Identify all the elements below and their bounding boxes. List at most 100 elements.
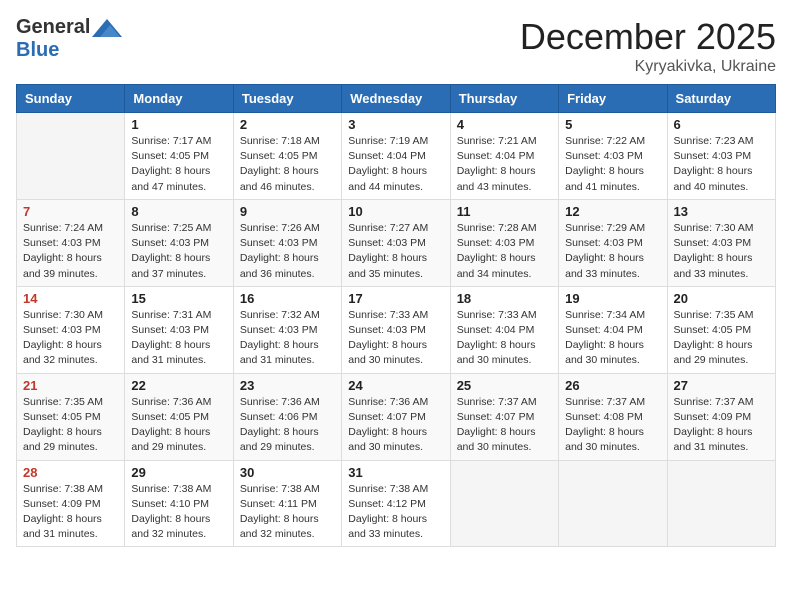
day-info: Sunrise: 7:29 AMSunset: 4:03 PMDaylight:…	[565, 221, 660, 282]
calendar-cell: 20 Sunrise: 7:35 AMSunset: 4:05 PMDayligh…	[667, 286, 775, 373]
day-info: Sunrise: 7:36 AMSunset: 4:06 PMDaylight:…	[240, 395, 335, 456]
day-number: 16	[240, 291, 335, 306]
day-number: 29	[131, 465, 226, 480]
calendar-cell: 19Sunrise: 7:34 AMSunset: 4:04 PMDayligh…	[559, 286, 667, 373]
day-info: Sunrise: 7:21 AMSunset: 4:04 PMDaylight:…	[457, 134, 552, 195]
day-info: Sunrise: 7:38 AMSunset: 4:11 PMDaylight:…	[240, 482, 335, 543]
day-number: 13	[674, 204, 769, 219]
day-number: 14	[23, 291, 118, 306]
column-header-friday: Friday	[559, 85, 667, 113]
column-header-tuesday: Tuesday	[233, 85, 341, 113]
day-info: Sunrise: 7:35 AMSunset: 4:05 PMDaylight:…	[674, 308, 769, 369]
calendar-cell: 27Sunrise: 7:37 AMSunset: 4:09 PMDayligh…	[667, 373, 775, 460]
calendar-week-2: 7Sunrise: 7:24 AMSunset: 4:03 PMDaylight…	[17, 199, 776, 286]
calendar-week-3: 14 Sunrise: 7:30 AMSunset: 4:03 PMDayligh…	[17, 286, 776, 373]
day-number: 30	[240, 465, 335, 480]
calendar-cell: 18 Sunrise: 7:33 AMSunset: 4:04 PMDayligh…	[450, 286, 558, 373]
day-info: Sunrise: 7:22 AMSunset: 4:03 PMDaylight:…	[565, 134, 660, 195]
calendar-cell: 22 Sunrise: 7:36 AMSunset: 4:05 PMDayligh…	[125, 373, 233, 460]
calendar-week-1: 1 Sunrise: 7:17 AMSunset: 4:05 PMDaylight…	[17, 113, 776, 200]
calendar-cell: 12 Sunrise: 7:29 AMSunset: 4:03 PMDayligh…	[559, 199, 667, 286]
day-number: 21	[23, 378, 118, 393]
column-header-monday: Monday	[125, 85, 233, 113]
calendar-cell: 2 Sunrise: 7:18 AMSunset: 4:05 PMDaylight…	[233, 113, 341, 200]
title-area: December 2025 Kyryakivka, Ukraine	[520, 16, 776, 76]
calendar-cell: 9Sunrise: 7:26 AMSunset: 4:03 PMDaylight…	[233, 199, 341, 286]
day-info: Sunrise: 7:30 AMSunset: 4:03 PMDaylight:…	[23, 308, 118, 369]
calendar-cell: 25 Sunrise: 7:37 AMSunset: 4:07 PMDayligh…	[450, 373, 558, 460]
calendar-cell: 10Sunrise: 7:27 AMSunset: 4:03 PMDayligh…	[342, 199, 450, 286]
month-title: December 2025	[520, 16, 776, 58]
day-number: 9	[240, 204, 335, 219]
calendar-cell: 4 Sunrise: 7:21 AMSunset: 4:04 PMDaylight…	[450, 113, 558, 200]
column-header-thursday: Thursday	[450, 85, 558, 113]
calendar-cell: 13 Sunrise: 7:30 AMSunset: 4:03 PMDayligh…	[667, 199, 775, 286]
day-number: 1	[131, 117, 226, 132]
calendar-cell	[667, 460, 775, 547]
day-number: 11	[457, 204, 552, 219]
column-header-wednesday: Wednesday	[342, 85, 450, 113]
column-header-saturday: Saturday	[667, 85, 775, 113]
day-info: Sunrise: 7:38 AMSunset: 4:09 PMDaylight:…	[23, 482, 118, 543]
logo: General Blue	[16, 16, 122, 62]
day-number: 2	[240, 117, 335, 132]
day-number: 8	[131, 204, 226, 219]
calendar-cell: 8 Sunrise: 7:25 AMSunset: 4:03 PMDaylight…	[125, 199, 233, 286]
day-info: Sunrise: 7:28 AMSunset: 4:03 PMDaylight:…	[457, 221, 552, 282]
day-number: 22	[131, 378, 226, 393]
calendar-cell: 15Sunrise: 7:31 AMSunset: 4:03 PMDayligh…	[125, 286, 233, 373]
calendar-cell: 29Sunrise: 7:38 AMSunset: 4:10 PMDayligh…	[125, 460, 233, 547]
calendar-cell: 28Sunrise: 7:38 AMSunset: 4:09 PMDayligh…	[17, 460, 125, 547]
day-number: 3	[348, 117, 443, 132]
calendar-cell: 11 Sunrise: 7:28 AMSunset: 4:03 PMDayligh…	[450, 199, 558, 286]
calendar-table: SundayMondayTuesdayWednesdayThursdayFrid…	[16, 84, 776, 547]
calendar-cell	[559, 460, 667, 547]
day-number: 6	[674, 117, 769, 132]
day-info: Sunrise: 7:25 AMSunset: 4:03 PMDaylight:…	[131, 221, 226, 282]
calendar-cell: 5 Sunrise: 7:22 AMSunset: 4:03 PMDaylight…	[559, 113, 667, 200]
day-info: Sunrise: 7:18 AMSunset: 4:05 PMDaylight:…	[240, 134, 335, 195]
calendar-cell: 7Sunrise: 7:24 AMSunset: 4:03 PMDaylight…	[17, 199, 125, 286]
calendar-cell: 21 Sunrise: 7:35 AMSunset: 4:05 PMDayligh…	[17, 373, 125, 460]
day-number: 12	[565, 204, 660, 219]
day-info: Sunrise: 7:30 AMSunset: 4:03 PMDaylight:…	[674, 221, 769, 282]
calendar-cell: 24Sunrise: 7:36 AMSunset: 4:07 PMDayligh…	[342, 373, 450, 460]
day-number: 17	[348, 291, 443, 306]
calendar-cell: 3Sunrise: 7:19 AMSunset: 4:04 PMDaylight…	[342, 113, 450, 200]
calendar-cell: 17Sunrise: 7:33 AMSunset: 4:03 PMDayligh…	[342, 286, 450, 373]
day-info: Sunrise: 7:38 AMSunset: 4:12 PMDaylight:…	[348, 482, 443, 543]
calendar-body: 1 Sunrise: 7:17 AMSunset: 4:05 PMDaylight…	[17, 113, 776, 547]
day-number: 20	[674, 291, 769, 306]
logo-blue-text: Blue	[16, 39, 59, 62]
calendar-cell: 30 Sunrise: 7:38 AMSunset: 4:11 PMDayligh…	[233, 460, 341, 547]
calendar-cell: 6Sunrise: 7:23 AMSunset: 4:03 PMDaylight…	[667, 113, 775, 200]
day-info: Sunrise: 7:37 AMSunset: 4:08 PMDaylight:…	[565, 395, 660, 456]
day-number: 4	[457, 117, 552, 132]
day-info: Sunrise: 7:37 AMSunset: 4:09 PMDaylight:…	[674, 395, 769, 456]
day-number: 18	[457, 291, 552, 306]
logo-icon	[92, 19, 122, 37]
day-number: 26	[565, 378, 660, 393]
calendar-cell: 26 Sunrise: 7:37 AMSunset: 4:08 PMDayligh…	[559, 373, 667, 460]
day-number: 25	[457, 378, 552, 393]
day-number: 23	[240, 378, 335, 393]
calendar-cell	[450, 460, 558, 547]
calendar-header-row: SundayMondayTuesdayWednesdayThursdayFrid…	[17, 85, 776, 113]
day-number: 24	[348, 378, 443, 393]
calendar-cell: 23 Sunrise: 7:36 AMSunset: 4:06 PMDayligh…	[233, 373, 341, 460]
day-info: Sunrise: 7:33 AMSunset: 4:04 PMDaylight:…	[457, 308, 552, 369]
day-info: Sunrise: 7:32 AMSunset: 4:03 PMDaylight:…	[240, 308, 335, 369]
day-info: Sunrise: 7:27 AMSunset: 4:03 PMDaylight:…	[348, 221, 443, 282]
day-info: Sunrise: 7:36 AMSunset: 4:05 PMDaylight:…	[131, 395, 226, 456]
day-number: 7	[23, 204, 118, 219]
calendar-week-5: 28Sunrise: 7:38 AMSunset: 4:09 PMDayligh…	[17, 460, 776, 547]
day-info: Sunrise: 7:37 AMSunset: 4:07 PMDaylight:…	[457, 395, 552, 456]
day-info: Sunrise: 7:31 AMSunset: 4:03 PMDaylight:…	[131, 308, 226, 369]
day-number: 5	[565, 117, 660, 132]
calendar-cell	[17, 113, 125, 200]
day-info: Sunrise: 7:34 AMSunset: 4:04 PMDaylight:…	[565, 308, 660, 369]
day-info: Sunrise: 7:17 AMSunset: 4:05 PMDaylight:…	[131, 134, 226, 195]
day-info: Sunrise: 7:35 AMSunset: 4:05 PMDaylight:…	[23, 395, 118, 456]
calendar-cell: 16 Sunrise: 7:32 AMSunset: 4:03 PMDayligh…	[233, 286, 341, 373]
page-header: General Blue December 2025 Kyryakivka, U…	[16, 16, 776, 76]
